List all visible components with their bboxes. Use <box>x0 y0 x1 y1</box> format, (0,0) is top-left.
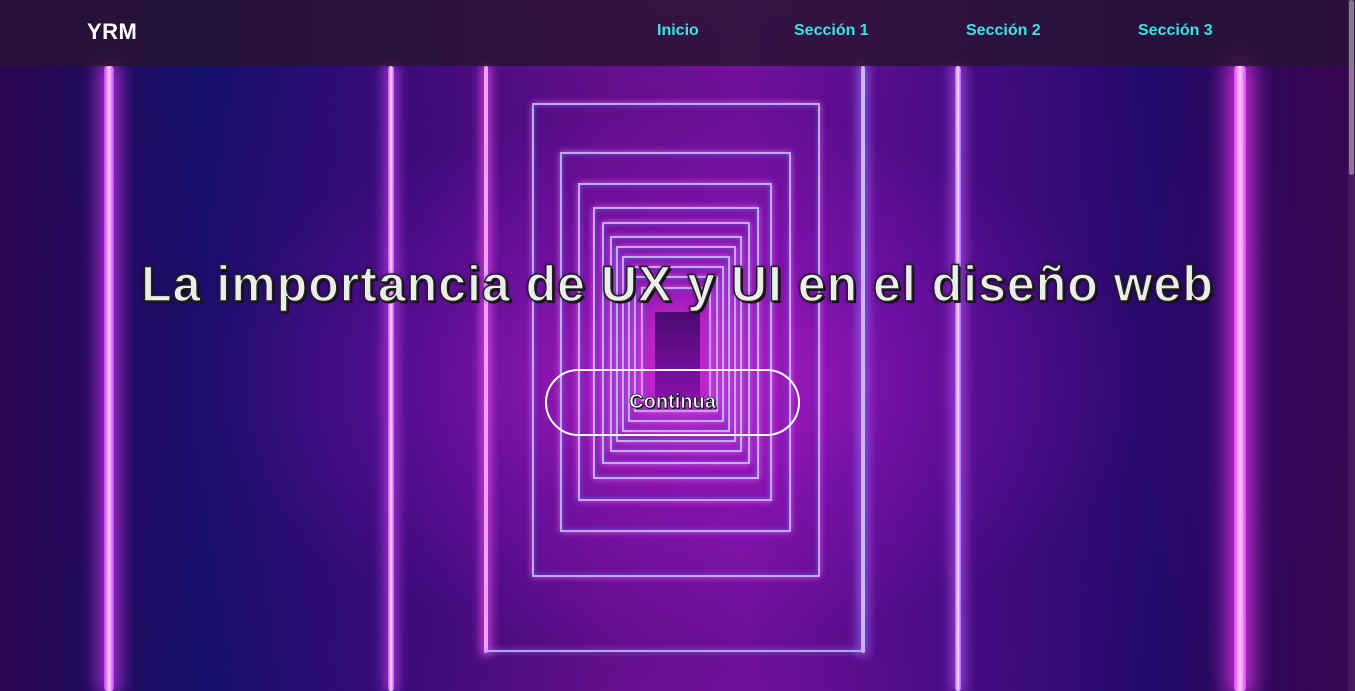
neon-beam <box>1234 66 1246 691</box>
nav-link-seccion-1[interactable]: Sección 1 <box>794 22 869 40</box>
top-navbar: YRM Inicio Sección 1 Sección 2 Sección 3 <box>0 0 1355 66</box>
page-scrollbar[interactable] <box>1348 0 1355 691</box>
scrollbar-thumb[interactable] <box>1349 0 1354 175</box>
site-logo[interactable]: YRM <box>87 19 137 45</box>
nav-link-seccion-3[interactable]: Sección 3 <box>1138 22 1213 40</box>
neon-beam <box>484 66 488 653</box>
page: YRM Inicio Sección 1 Sección 2 Sección 3… <box>0 0 1355 691</box>
corridor-frame <box>484 650 863 652</box>
hero-background-image <box>0 0 1355 691</box>
hero-title: La importancia de UX y UI en el diseño w… <box>140 255 1214 313</box>
nav-link-inicio[interactable]: Inicio <box>657 22 699 40</box>
neon-beam <box>388 66 394 691</box>
neon-beam <box>104 66 114 691</box>
neon-beam <box>955 66 961 691</box>
continue-button[interactable]: Continua <box>545 369 800 436</box>
nav-link-seccion-2[interactable]: Sección 2 <box>966 22 1041 40</box>
neon-beam <box>861 66 865 653</box>
